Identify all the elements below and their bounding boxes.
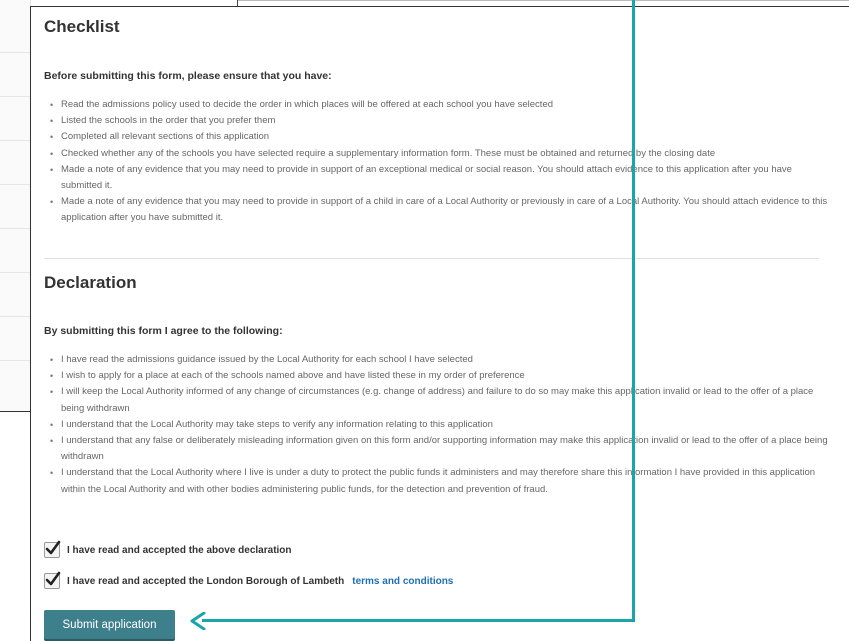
list-item: Listed the schools in the order that you… [44, 113, 834, 129]
terms-checkbox-row: I have read and accepted the London Boro… [44, 571, 453, 590]
checklist-list: Read the admissions policy used to decid… [44, 97, 834, 227]
checklist-heading: Checklist [44, 17, 120, 36]
background-divider [0, 96, 30, 97]
background-divider [237, 0, 849, 1]
background-page-fragment [0, 0, 31, 412]
background-divider [0, 316, 30, 317]
checkmark-icon [45, 571, 61, 586]
background-divider [0, 411, 30, 412]
list-item: I have read the admissions guidance issu… [44, 352, 834, 368]
list-item: Read the admissions policy used to decid… [44, 97, 834, 113]
arrow-head-icon [190, 612, 206, 630]
section-divider [44, 258, 819, 259]
declaration-list: I have read the admissions guidance issu… [44, 352, 834, 498]
checklist-lead: Before submitting this form, please ensu… [44, 70, 332, 82]
list-item: I understand that any false or deliberat… [44, 433, 834, 465]
list-item: Completed all relevant sections of this … [44, 129, 834, 145]
background-divider [0, 228, 30, 229]
annotation-arrow-line [632, 0, 635, 622]
list-item: I wish to apply for a place at each of t… [44, 368, 834, 384]
declaration-heading: Declaration [44, 273, 137, 292]
terms-checkbox-label: I have read and accepted the London Boro… [67, 575, 345, 587]
list-item: I will keep the Local Authority informed… [44, 384, 834, 416]
submit-application-button[interactable]: Submit application [44, 610, 175, 639]
list-item: I understand that the Local Authority ma… [44, 417, 834, 433]
background-divider [0, 360, 30, 361]
background-divider [0, 184, 30, 185]
background-divider [0, 272, 30, 273]
declaration-checkbox-label: I have read and accepted the above decla… [67, 544, 292, 556]
checkmark-icon [45, 540, 61, 555]
list-item: Made a note of any evidence that you may… [44, 194, 834, 226]
annotation-arrow-line [202, 619, 635, 622]
list-item: I understand that the Local Authority wh… [44, 465, 834, 497]
terms-checkbox[interactable] [44, 571, 61, 589]
background-divider [0, 52, 30, 53]
declaration-checkbox-row: I have read and accepted the above decla… [44, 540, 292, 559]
background-divider [0, 140, 30, 141]
list-item: Made a note of any evidence that you may… [44, 162, 834, 194]
list-item: Checked whether any of the schools you h… [44, 146, 834, 162]
declaration-checkbox[interactable] [44, 540, 61, 558]
declaration-lead: By submitting this form I agree to the f… [44, 325, 283, 337]
terms-and-conditions-link[interactable]: terms and conditions [352, 576, 453, 587]
declaration-panel: Checklist Before submitting this form, p… [30, 6, 849, 641]
